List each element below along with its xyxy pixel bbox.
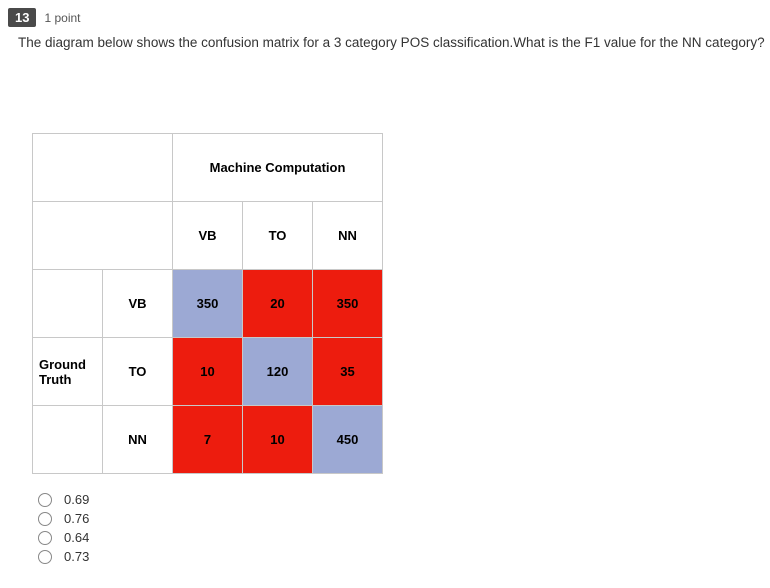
empty-cell [33, 270, 103, 338]
empty-cell [33, 134, 173, 202]
question-number-badge: 13 [8, 8, 36, 27]
col-header-vb: VB [173, 202, 243, 270]
question-points: 1 point [44, 11, 80, 25]
option-c-label: 0.64 [64, 530, 89, 545]
row-header-nn: NN [103, 406, 173, 474]
option-b-label: 0.76 [64, 511, 89, 526]
cell-vb-vb: 350 [173, 270, 243, 338]
radio-icon [38, 512, 52, 526]
radio-icon [38, 493, 52, 507]
answer-options: 0.69 0.76 0.64 0.73 [0, 492, 770, 564]
col-header-to: TO [243, 202, 313, 270]
empty-cell [33, 406, 103, 474]
option-c[interactable]: 0.64 [38, 530, 770, 545]
question-header: 13 1 point [0, 8, 770, 27]
cell-to-to: 120 [243, 338, 313, 406]
empty-cell [33, 202, 173, 270]
confusion-matrix: Machine Computation VB TO NN VB 350 20 3… [0, 133, 770, 474]
cell-nn-vb: 7 [173, 406, 243, 474]
cell-to-nn: 35 [313, 338, 383, 406]
matrix-table: Machine Computation VB TO NN VB 350 20 3… [32, 133, 383, 474]
row-header-vb: VB [103, 270, 173, 338]
cell-to-vb: 10 [173, 338, 243, 406]
col-header-nn: NN [313, 202, 383, 270]
option-a[interactable]: 0.69 [38, 492, 770, 507]
option-d-label: 0.73 [64, 549, 89, 564]
radio-icon [38, 550, 52, 564]
cell-nn-nn: 450 [313, 406, 383, 474]
question-text: The diagram below shows the confusion ma… [0, 33, 770, 53]
option-a-label: 0.69 [64, 492, 89, 507]
machine-computation-header: Machine Computation [173, 134, 383, 202]
cell-nn-to: 10 [243, 406, 313, 474]
row-header-to: TO [103, 338, 173, 406]
option-b[interactable]: 0.76 [38, 511, 770, 526]
option-d[interactable]: 0.73 [38, 549, 770, 564]
cell-vb-nn: 350 [313, 270, 383, 338]
radio-icon [38, 531, 52, 545]
ground-truth-header: Ground Truth [33, 338, 103, 406]
cell-vb-to: 20 [243, 270, 313, 338]
